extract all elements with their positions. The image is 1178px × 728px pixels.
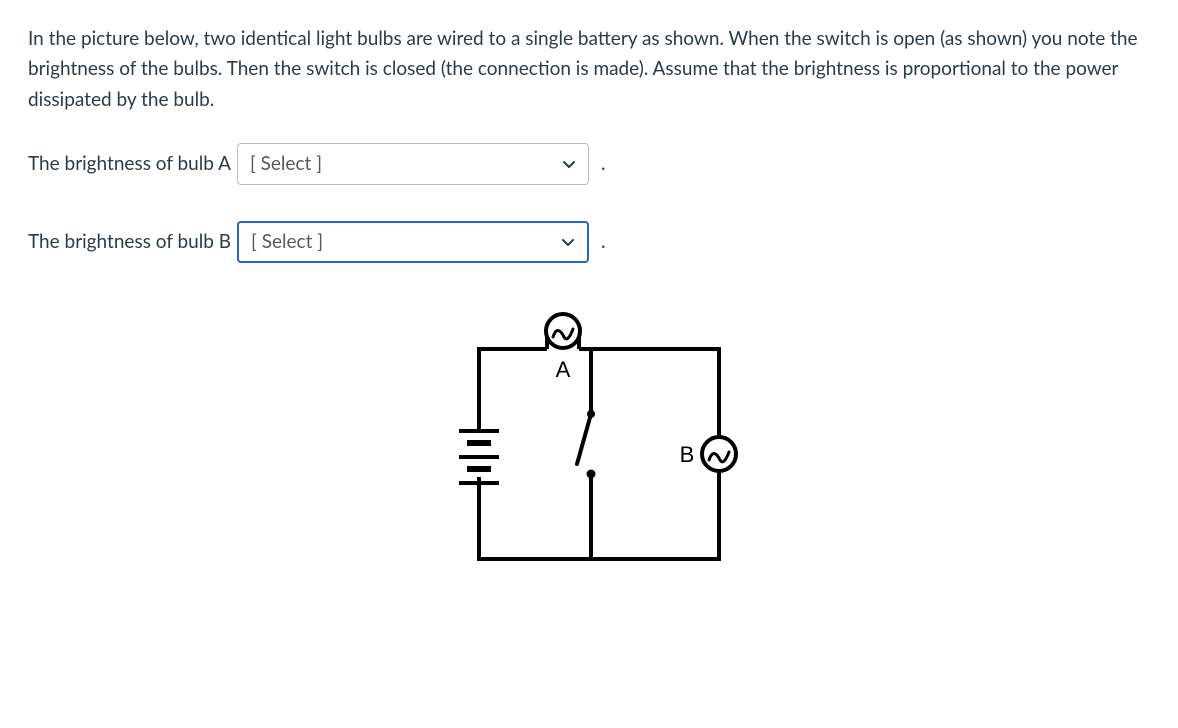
chevron-down-icon: [562, 157, 576, 171]
bulb-a-label: A: [556, 357, 571, 382]
circuit-diagram: A B: [439, 299, 739, 579]
bulb-b-label: B: [680, 442, 695, 467]
row-bulb-a: The brightness of bulb A [ Select ] .: [28, 143, 1150, 185]
select-bulb-b-placeholder: [ Select ]: [251, 227, 323, 257]
period-b: .: [601, 227, 605, 257]
select-bulb-a[interactable]: [ Select ]: [237, 143, 589, 185]
select-bulb-b[interactable]: [ Select ]: [237, 221, 589, 263]
period-a: .: [601, 149, 605, 179]
row-bulb-b: The brightness of bulb B [ Select ] .: [28, 221, 1150, 263]
label-bulb-a: The brightness of bulb A: [28, 149, 231, 179]
question-intro: In the picture below, two identical ligh…: [28, 24, 1150, 115]
chevron-down-icon: [561, 235, 575, 249]
label-bulb-b: The brightness of bulb B: [28, 227, 231, 257]
select-bulb-a-placeholder: [ Select ]: [250, 149, 322, 179]
